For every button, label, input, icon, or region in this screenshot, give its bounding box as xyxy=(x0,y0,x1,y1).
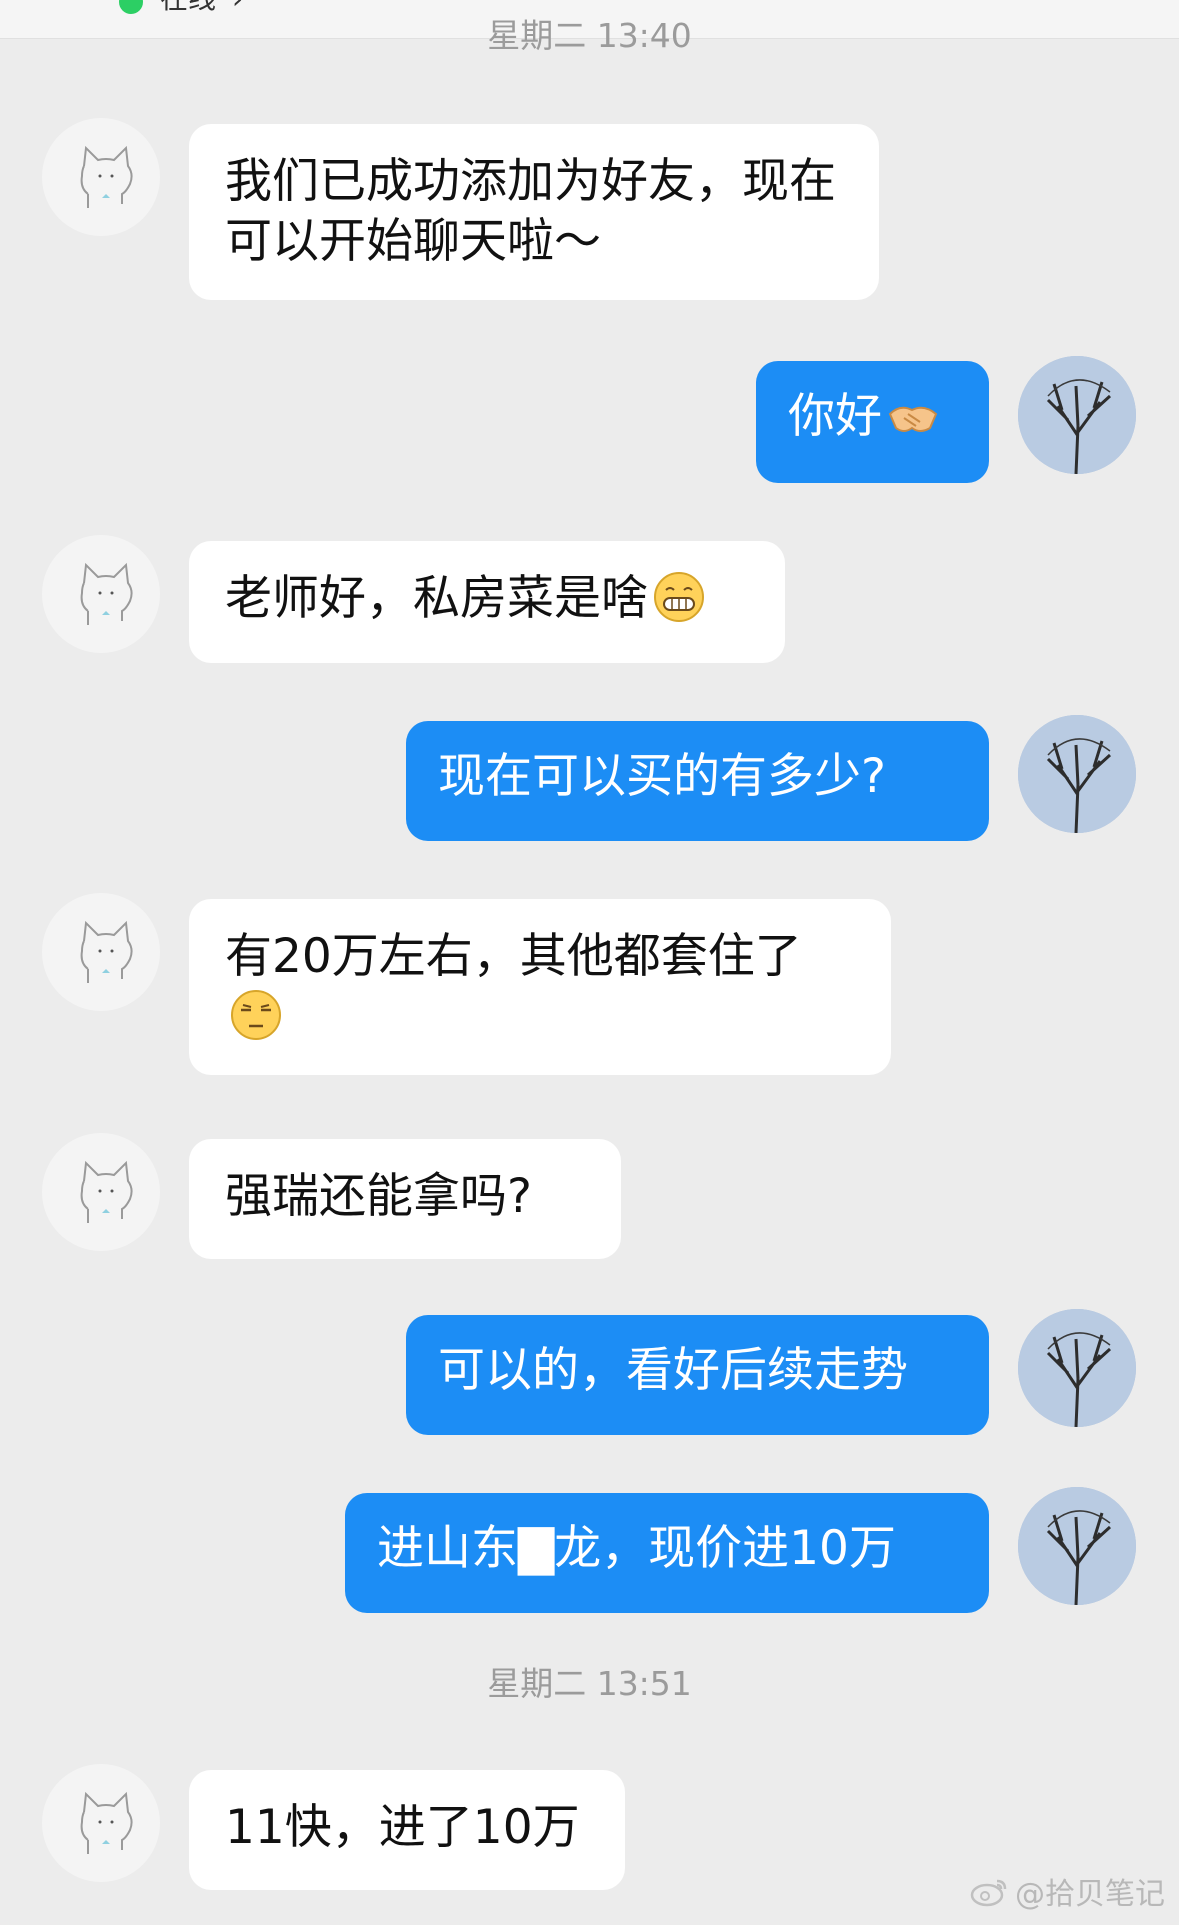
message-text: 进山东▇龙，现价进10万 xyxy=(377,1521,896,1576)
contact-avatar[interactable] xyxy=(42,535,160,653)
online-status-text[interactable]: 在线 xyxy=(160,0,216,16)
message-bubble-outgoing[interactable]: 进山东▇龙，现价进10万 xyxy=(345,1493,989,1613)
cat-avatar-icon xyxy=(80,1791,133,1854)
time-separator: 星期二 13:51 xyxy=(487,1664,692,1703)
user-avatar[interactable] xyxy=(1018,1309,1136,1427)
message-text: 现在可以买的有多少? xyxy=(438,749,886,804)
online-status-icon xyxy=(119,0,143,14)
chevron-right-icon[interactable]: › xyxy=(232,0,243,16)
cat-avatar-icon xyxy=(80,145,133,208)
user-avatar[interactable] xyxy=(1018,1487,1136,1605)
message-text: 11快，进了10万 xyxy=(225,1800,580,1855)
message-text: 老师好，私房菜是啥 xyxy=(225,571,648,626)
tree-avatar-icon xyxy=(1018,1487,1136,1605)
tree-avatar-icon xyxy=(1018,1309,1136,1427)
weibo-icon xyxy=(970,1879,1007,1907)
message-bubble-outgoing[interactable]: 你好 xyxy=(756,361,989,483)
grin-emoji-icon xyxy=(654,572,704,622)
cat-avatar-icon xyxy=(80,562,133,625)
message-bubble-incoming[interactable]: 老师好，私房菜是啥 xyxy=(189,541,785,663)
tree-avatar-icon xyxy=(1018,715,1136,833)
message-bubble-outgoing[interactable]: 现在可以买的有多少? xyxy=(406,721,989,841)
contact-avatar[interactable] xyxy=(42,1764,160,1882)
message-text: 有20万左右，其他都套住了 xyxy=(225,929,802,984)
cat-avatar-icon xyxy=(80,920,133,983)
contact-avatar[interactable] xyxy=(42,893,160,1011)
user-avatar[interactable] xyxy=(1018,356,1136,474)
tree-avatar-icon xyxy=(1018,356,1136,474)
message-bubble-incoming[interactable]: 11快，进了10万 xyxy=(189,1770,625,1890)
message-bubble-outgoing[interactable]: 可以的，看好后续走势 xyxy=(406,1315,989,1435)
unamused-emoji-icon xyxy=(231,990,281,1040)
watermark-text: @拾贝笔记 xyxy=(1015,1877,1165,1912)
contact-avatar[interactable] xyxy=(42,118,160,236)
contact-avatar[interactable] xyxy=(42,1133,160,1251)
time-separator: 星期二 13:40 xyxy=(487,16,692,55)
message-bubble-incoming[interactable]: 有20万左右，其他都套住了 xyxy=(189,899,891,1075)
message-text: 我们已成功添加为好友，现在可以开始聊天啦～ xyxy=(225,154,836,269)
message-text: 你好 xyxy=(788,389,882,444)
message-text: 可以的，看好后续走势 xyxy=(438,1343,908,1398)
handshake-icon xyxy=(888,406,938,432)
user-avatar[interactable] xyxy=(1018,715,1136,833)
message-bubble-incoming[interactable]: 强瑞还能拿吗? xyxy=(189,1139,621,1259)
message-text: 强瑞还能拿吗? xyxy=(225,1169,532,1224)
cat-avatar-icon xyxy=(80,1160,133,1223)
message-bubble-incoming[interactable]: 我们已成功添加为好友，现在可以开始聊天啦～ xyxy=(189,124,879,300)
watermark: @拾贝笔记 xyxy=(969,1869,1165,1913)
